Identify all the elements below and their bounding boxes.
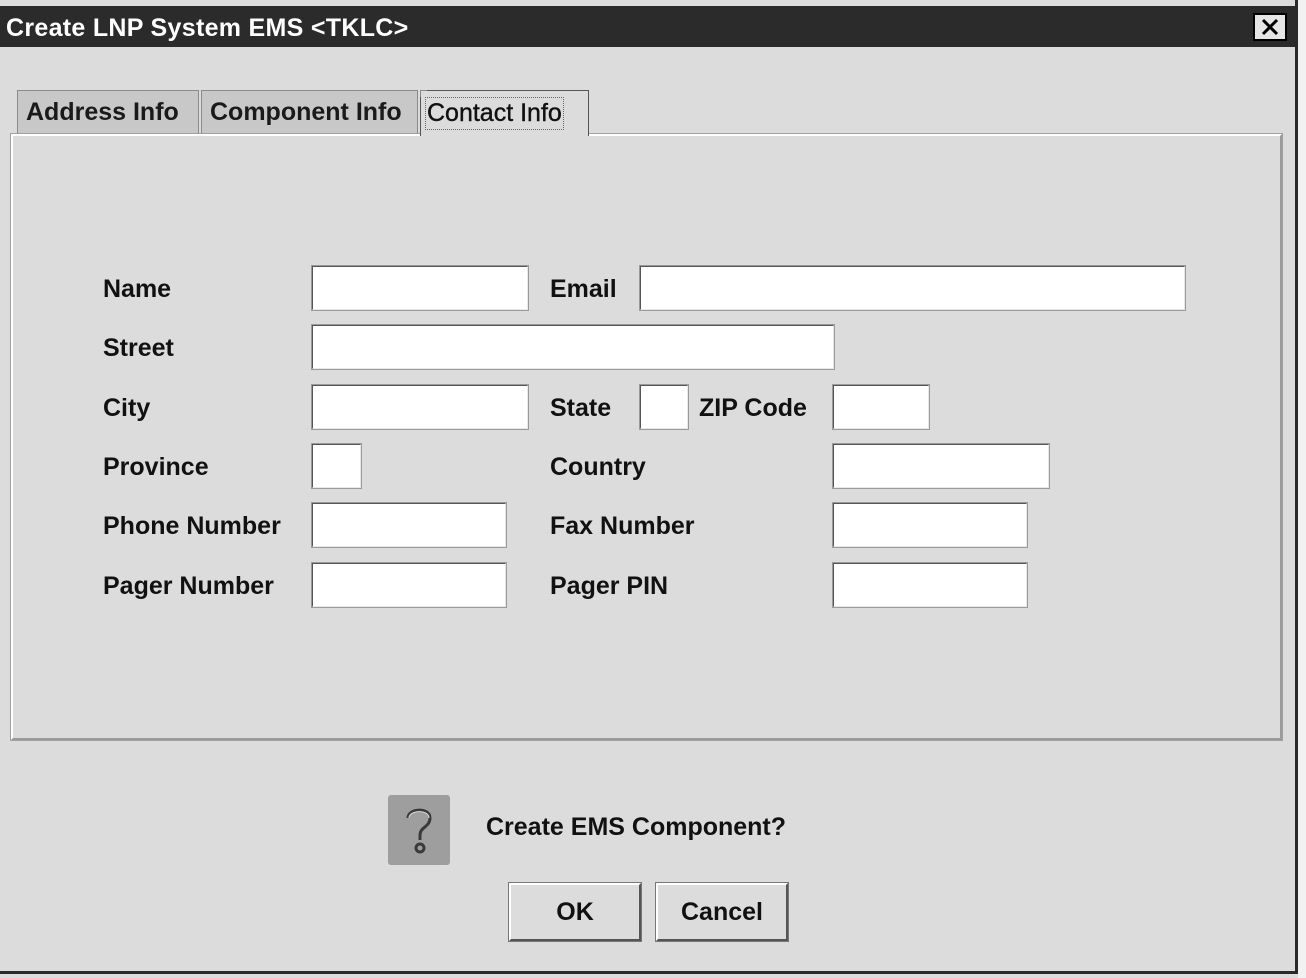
email-label: Email bbox=[550, 275, 617, 303]
country-field[interactable] bbox=[832, 443, 1050, 489]
email-field[interactable] bbox=[639, 265, 1186, 311]
close-button[interactable] bbox=[1253, 13, 1287, 41]
dialog-window: Create LNP System EMS <TKLC> Address Inf… bbox=[0, 0, 1298, 974]
zip-code-field[interactable] bbox=[832, 384, 930, 430]
name-field[interactable] bbox=[311, 265, 529, 311]
province-label: Province bbox=[103, 453, 209, 481]
pager-pin-field[interactable] bbox=[832, 562, 1028, 608]
phone-number-label: Phone Number bbox=[103, 512, 281, 540]
close-icon bbox=[1261, 18, 1279, 36]
phone-number-field[interactable] bbox=[311, 502, 507, 548]
pager-pin-label: Pager PIN bbox=[550, 572, 669, 600]
tab-label: Address Info bbox=[26, 98, 179, 126]
window-edge bbox=[1298, 0, 1306, 978]
state-label: State bbox=[550, 394, 612, 422]
city-label: City bbox=[103, 394, 151, 422]
city-field[interactable] bbox=[311, 384, 529, 430]
title-bar[interactable]: Create LNP System EMS <TKLC> bbox=[0, 6, 1295, 47]
province-field[interactable] bbox=[311, 443, 362, 489]
fax-number-label: Fax Number bbox=[550, 512, 695, 540]
cancel-button[interactable]: Cancel bbox=[655, 882, 789, 942]
state-field[interactable] bbox=[639, 384, 689, 430]
street-field[interactable] bbox=[311, 324, 835, 370]
contact-info-panel: Name Email Street City State ZIP Code Pr… bbox=[10, 133, 1283, 741]
question-icon bbox=[388, 795, 450, 865]
tab-address-info[interactable]: Address Info bbox=[17, 90, 199, 134]
tab-component-info[interactable]: Component Info bbox=[201, 90, 418, 134]
confirm-message: Create EMS Component? bbox=[486, 813, 787, 841]
name-label: Name bbox=[103, 275, 172, 303]
window-title: Create LNP System EMS <TKLC> bbox=[6, 14, 409, 42]
tab-label: Contact Info bbox=[425, 97, 564, 130]
zip-code-label: ZIP Code bbox=[699, 394, 807, 422]
street-label: Street bbox=[103, 334, 174, 362]
fax-number-field[interactable] bbox=[832, 502, 1028, 548]
country-label: Country bbox=[550, 453, 646, 481]
ok-button[interactable]: OK bbox=[508, 882, 642, 942]
pager-number-field[interactable] bbox=[311, 562, 507, 608]
tab-contact-info[interactable]: Contact Info bbox=[420, 90, 589, 136]
pager-number-label: Pager Number bbox=[103, 572, 274, 600]
tab-label: Component Info bbox=[210, 98, 402, 126]
